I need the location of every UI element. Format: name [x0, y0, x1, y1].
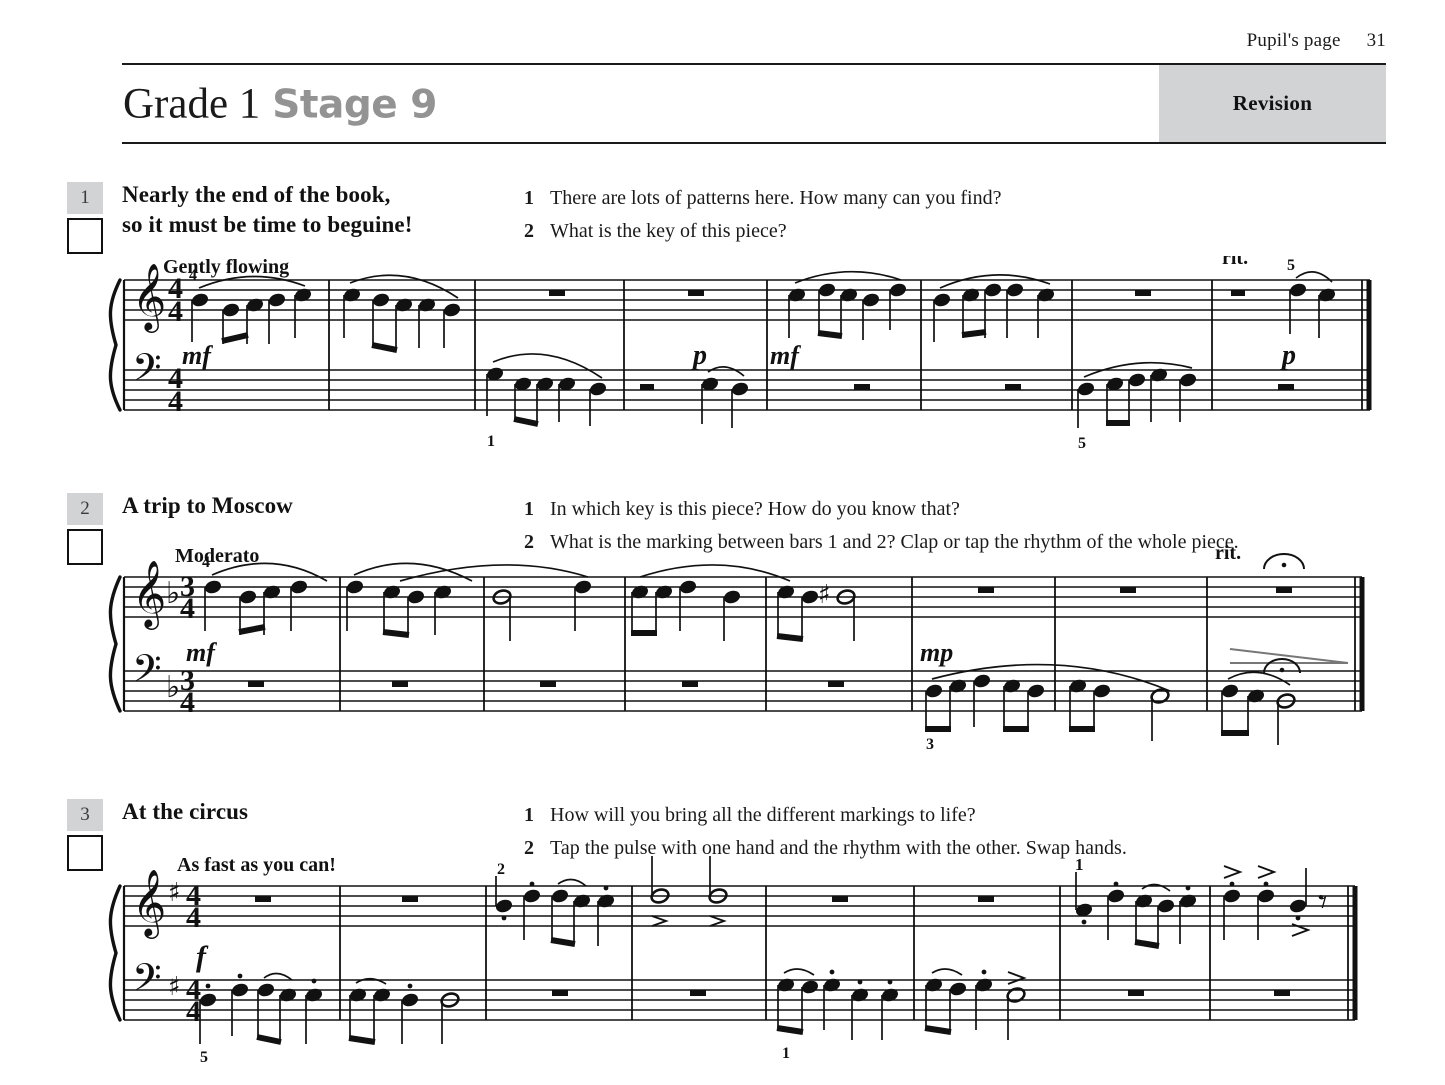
page-title: Grade 1 Stage 9 — [123, 82, 437, 125]
question-item: 1 There are lots of patterns here. How m… — [524, 184, 1002, 213]
page-root: Pupil's page 31 Grade 1 Stage 9 Revision 1… — [0, 0, 1445, 1085]
svg-text:3: 3 — [926, 736, 934, 753]
svg-text:𝄢: 𝄢 — [132, 646, 162, 700]
svg-text:mf: mf — [770, 341, 801, 370]
svg-text:4: 4 — [180, 686, 195, 719]
question-text: How will you bring all the different mar… — [550, 804, 976, 826]
exercise-number-1: 1 — [67, 182, 103, 214]
question-text: In which key is this piece? How do you k… — [550, 498, 960, 520]
svg-text:4: 4 — [180, 592, 195, 625]
svg-text:𝄾: 𝄾 — [1318, 882, 1328, 923]
svg-text:mf: mf — [182, 341, 213, 370]
svg-text:4: 4 — [168, 385, 183, 418]
question-number: 1 — [524, 187, 534, 209]
svg-text:1: 1 — [487, 433, 495, 450]
notation-staff-3: 𝄞 𝄢 ♯ ♯ 4 4 4 4 f 5 2 1 1 𝄾 — [108, 855, 1358, 1064]
svg-text:4: 4 — [189, 267, 197, 284]
svg-text:rit.: rit. — [1222, 256, 1248, 269]
svg-text:♯: ♯ — [818, 580, 831, 610]
svg-text:p: p — [691, 340, 707, 371]
svg-text:♭: ♭ — [166, 576, 180, 611]
svg-text:mp: mp — [920, 638, 953, 667]
svg-text:1: 1 — [1075, 855, 1084, 874]
svg-text:5: 5 — [200, 1049, 208, 1064]
svg-text:♯: ♯ — [168, 972, 181, 1002]
question-number: 1 — [524, 804, 534, 826]
page-header-band: Grade 1 Stage 9 Revision — [122, 63, 1386, 144]
svg-text:𝄢: 𝄢 — [132, 345, 162, 399]
svg-text:♭: ♭ — [166, 670, 180, 705]
svg-text:4: 4 — [202, 554, 210, 571]
svg-text:4: 4 — [186, 901, 201, 934]
svg-text:f: f — [196, 940, 209, 973]
svg-text:𝄞: 𝄞 — [132, 559, 166, 630]
question-number: 2 — [524, 220, 534, 242]
question-number: 1 — [524, 498, 534, 520]
question-list-1: 1 There are lots of patterns here. How m… — [524, 184, 1002, 246]
question-item: 1 In which key is this piece? How do you… — [524, 495, 1239, 524]
svg-text:p: p — [1280, 340, 1296, 371]
svg-text:5: 5 — [1078, 435, 1086, 452]
question-text: There are lots of patterns here. How man… — [550, 187, 1002, 209]
svg-text:𝄞: 𝄞 — [132, 868, 166, 939]
exercise-checkbox-1[interactable] — [67, 218, 103, 254]
question-item: 2 What is the key of this piece? — [524, 217, 1002, 246]
folio-label: Pupil's page — [1246, 30, 1341, 51]
svg-text:♯: ♯ — [168, 878, 181, 908]
svg-text:𝄢: 𝄢 — [132, 955, 162, 1009]
svg-text:4: 4 — [186, 995, 201, 1028]
folio-number: 31 — [1366, 30, 1386, 51]
exercise-number-2: 2 — [67, 493, 103, 525]
stage-label: Stage 9 — [272, 82, 437, 127]
exercise-title-1: Nearly the end of the book, so it must b… — [122, 182, 413, 238]
svg-text:5: 5 — [1287, 257, 1295, 274]
notation-staff-1: 𝄞 𝄢 4 4 4 4 4 mf 1 p mf 5 rit. 5 p — [108, 256, 1372, 452]
svg-text:rit.: rit. — [1215, 545, 1241, 564]
svg-text:4: 4 — [168, 295, 183, 328]
revision-badge: Revision — [1232, 91, 1313, 115]
exercise-number-3: 3 — [67, 799, 103, 831]
svg-text:2: 2 — [497, 861, 505, 878]
folio: Pupil's page 31 — [1247, 30, 1386, 52]
exercise-title-3: At the circus — [122, 799, 249, 824]
notation-staff-2: 𝄞 𝄢 ♭ ♭ 3 4 3 4 4 mf ♯ mp 3 rit. — [108, 545, 1365, 753]
svg-text:𝄞: 𝄞 — [132, 262, 166, 333]
question-text: What is the key of this piece? — [550, 220, 787, 242]
svg-text:mf: mf — [186, 638, 217, 667]
question-item: 1 How will you bring all the different m… — [524, 801, 1127, 830]
grade-label: Grade 1 — [123, 80, 261, 127]
exercise-title-2: A trip to Moscow — [122, 493, 293, 518]
svg-text:1: 1 — [782, 1045, 790, 1062]
